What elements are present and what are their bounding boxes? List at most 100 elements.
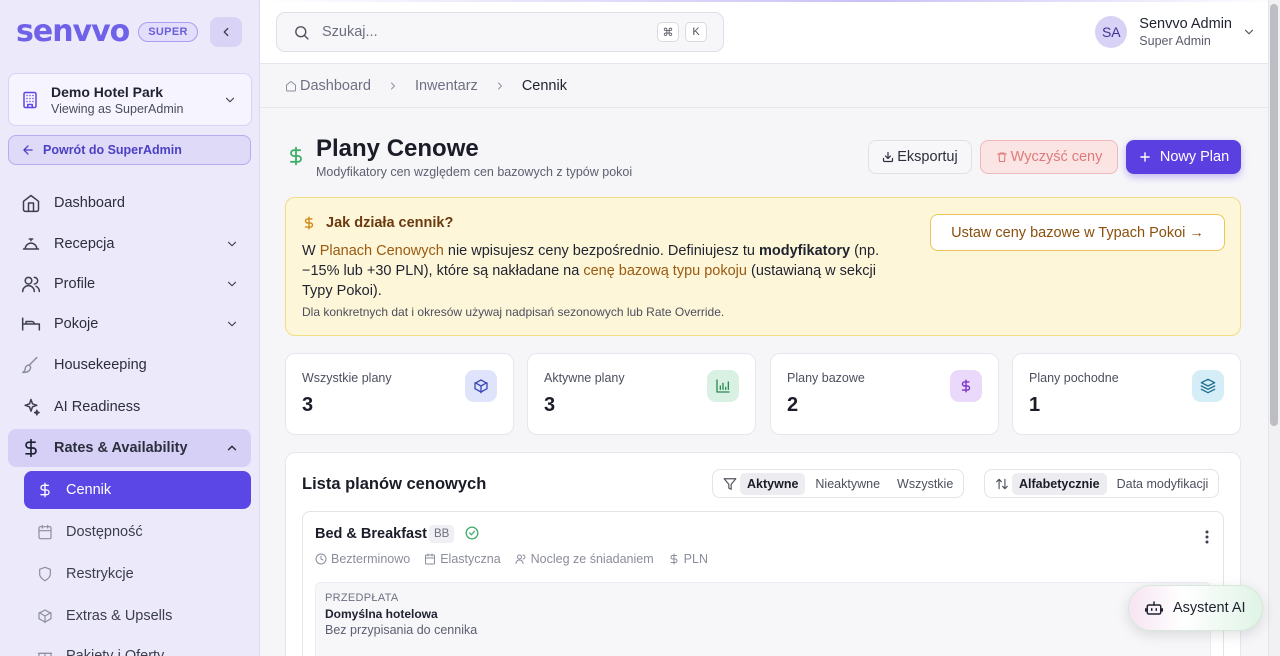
sidebar-subitem-dostepnosc[interactable]: Dostępność bbox=[24, 513, 251, 551]
sidebar-subitem-cennik[interactable]: Cennik bbox=[24, 471, 251, 509]
dollar-icon bbox=[25, 438, 37, 458]
set-base-prices-button[interactable]: Ustaw ceny bazowe w Typach Pokoi → bbox=[930, 214, 1225, 251]
hotel-switcher[interactable]: Demo Hotel Park Viewing as SuperAdmin bbox=[8, 73, 252, 126]
plan-code-badge: BB bbox=[429, 525, 455, 543]
shortcut-key-cmd: ⌘ bbox=[657, 22, 679, 42]
sidebar-subitem-label: Dostępność bbox=[66, 524, 143, 540]
sidebar-item-label: Dashboard bbox=[54, 195, 125, 211]
sidebar-item-dashboard[interactable]: Dashboard bbox=[8, 184, 251, 222]
topbar-accent-line bbox=[260, 0, 1280, 2]
info-bold: modyfikatory bbox=[759, 243, 851, 259]
users-icon bbox=[515, 554, 526, 564]
list-title: Lista planów cenowych bbox=[302, 475, 487, 493]
info-text: W bbox=[302, 243, 320, 259]
calendar-icon bbox=[38, 524, 52, 540]
building-icon bbox=[23, 91, 37, 108]
sparkles-icon bbox=[24, 398, 40, 416]
arrow-left-icon bbox=[23, 145, 33, 155]
plus-icon bbox=[1140, 152, 1150, 162]
sidebar-item-label: Pokoje bbox=[54, 316, 99, 332]
sidebar-subitem-label: Extras & Upsells bbox=[66, 608, 173, 624]
plan-card[interactable]: Bed & Breakfast BB Bezterminowo Elastycz… bbox=[302, 511, 1224, 656]
meta-cancellation: Elastyczna bbox=[424, 552, 501, 566]
stat-label: Plany pochodne bbox=[1029, 371, 1119, 385]
filter-active[interactable]: Aktywne bbox=[740, 472, 806, 495]
shield-icon bbox=[39, 566, 51, 582]
new-plan-label: Nowy Plan bbox=[1159, 149, 1230, 165]
filter-inactive[interactable]: Nieaktywne bbox=[808, 473, 887, 495]
meta-validity: Bezterminowo bbox=[315, 552, 410, 566]
search-input[interactable]: Szukaj... ⌘ K bbox=[276, 12, 724, 52]
box-icon bbox=[38, 609, 52, 624]
info-title: Jak działa cennik? bbox=[302, 215, 453, 231]
sidebar-subitem-pakiety[interactable]: Pakiety i Oferty bbox=[24, 637, 251, 656]
chevron-left-icon bbox=[223, 27, 229, 37]
sidebar-subitem-restrykcje[interactable]: Restrykcje bbox=[24, 555, 251, 593]
more-vertical-icon[interactable] bbox=[1205, 530, 1209, 544]
sidebar-item-profile[interactable]: Profile bbox=[8, 265, 251, 303]
ai-assistant-label: Asystent AI bbox=[1173, 600, 1246, 616]
user-menu[interactable]: SA Senvvo Admin Super Admin bbox=[1095, 15, 1254, 49]
bot-icon bbox=[1145, 601, 1163, 615]
stat-value: 3 bbox=[302, 394, 314, 416]
prepayment-value: Domyślna hotelowa bbox=[325, 607, 438, 621]
check-circle-icon bbox=[465, 526, 479, 540]
sort-icon bbox=[996, 478, 1008, 489]
stat-card-base-plans: Plany bazowe 2 bbox=[770, 353, 999, 435]
sidebar-item-label: AI Readiness bbox=[54, 399, 141, 415]
cube-icon bbox=[465, 370, 497, 402]
ai-assistant-button[interactable]: Asystent AI bbox=[1128, 585, 1263, 631]
plan-name: Bed & Breakfast bbox=[315, 526, 428, 542]
scrollbar-thumb[interactable] bbox=[1270, 4, 1278, 426]
back-to-superadmin-button[interactable]: Powrót do SuperAdmin bbox=[8, 135, 251, 165]
sort-alphabetical[interactable]: Alfabetycznie bbox=[1012, 472, 1107, 495]
dollar-icon bbox=[670, 553, 678, 565]
chevron-down-icon bbox=[225, 97, 235, 102]
sidebar-subitem-label: Cennik bbox=[66, 482, 112, 498]
new-plan-button[interactable]: Nowy Plan bbox=[1126, 140, 1241, 174]
divider bbox=[260, 107, 1268, 108]
page-title: Plany Cenowe bbox=[316, 135, 479, 162]
clear-prices-button[interactable]: Wyczyść ceny bbox=[980, 140, 1118, 174]
prepayment-box: PRZEDPŁATA Domyślna hotelowa Bez przypis… bbox=[315, 582, 1211, 656]
download-icon bbox=[883, 151, 894, 163]
chevron-up-icon bbox=[227, 445, 237, 451]
sidebar-subitem-label: Pakiety i Oferty bbox=[66, 648, 165, 656]
filter-all[interactable]: Wszystkie bbox=[890, 473, 960, 495]
info-note: Dla konkretnych dat i okresów używaj nad… bbox=[302, 305, 725, 319]
sidebar-subitem-extras[interactable]: Extras & Upsells bbox=[24, 597, 251, 635]
stat-value: 3 bbox=[544, 394, 556, 416]
pricing-info-callout: Jak działa cennik? W Planach Cenowych ni… bbox=[285, 197, 1241, 336]
trash-icon bbox=[996, 152, 1007, 163]
package-icon bbox=[37, 652, 53, 656]
sidebar-item-ai-readiness[interactable]: AI Readiness bbox=[8, 388, 251, 426]
scrollbar[interactable] bbox=[1268, 0, 1280, 656]
breadcrumb-dashboard[interactable]: Dashboard bbox=[300, 78, 371, 94]
meta-text: PLN bbox=[683, 552, 708, 566]
logo-row: senvvo SUPER bbox=[16, 14, 244, 50]
meta-board: Nocleg ze śniadaniem bbox=[515, 552, 654, 566]
avatar: SA bbox=[1095, 16, 1128, 48]
sidebar-item-recepcja[interactable]: Recepcja bbox=[8, 225, 251, 263]
stat-label: Plany bazowe bbox=[787, 371, 865, 385]
sidebar-item-rates[interactable]: Rates & Availability bbox=[8, 429, 251, 467]
breadcrumb-inwentarz[interactable]: Inwentarz bbox=[415, 78, 478, 94]
info-highlight: Planach Cenowych bbox=[319, 243, 444, 259]
clock-icon bbox=[315, 553, 327, 565]
meta-text: Nocleg ze śniadaniem bbox=[530, 552, 654, 566]
status-filter: Aktywne Nieaktywne Wszystkie bbox=[712, 469, 965, 498]
sidebar-item-label: Profile bbox=[54, 276, 96, 292]
chevron-down-icon bbox=[227, 241, 237, 247]
collapse-sidebar-button[interactable] bbox=[210, 17, 242, 47]
layers-icon bbox=[1192, 370, 1224, 402]
stat-label: Wszystkie plany bbox=[302, 371, 392, 385]
sidebar-item-housekeeping[interactable]: Housekeeping bbox=[8, 346, 251, 384]
home-icon bbox=[286, 81, 296, 92]
sidebar-item-pokoje[interactable]: Pokoje bbox=[8, 305, 251, 343]
bar-chart-icon bbox=[707, 370, 739, 402]
export-button[interactable]: Eksportuj bbox=[868, 140, 972, 174]
sidebar-subitem-label: Restrykcje bbox=[66, 566, 134, 582]
sort-modified[interactable]: Data modyfikacji bbox=[1110, 473, 1216, 495]
search-placeholder: Szukaj... bbox=[322, 24, 378, 40]
brush-icon bbox=[21, 356, 38, 374]
